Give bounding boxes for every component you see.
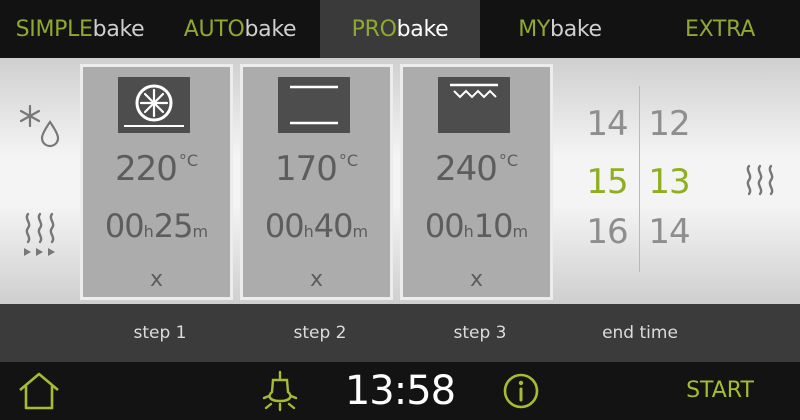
end-time-picker[interactable]: 14 15 16 12 13 14 (565, 58, 715, 304)
minutes-unit: m (192, 222, 209, 241)
step-label-bar: step 1 step 2 step 3 end time (0, 304, 800, 362)
hour-option-prev[interactable]: 14 (577, 104, 637, 144)
program-panel: 220 °C 00h25m x 170 °C 00h40m x 240 °C 0… (0, 58, 800, 304)
tab-prefix: AUTO (183, 16, 245, 42)
tab-prefix: EXTRA (685, 16, 755, 42)
current-time: 13:58 (344, 368, 456, 414)
left-function-column (0, 58, 80, 304)
hour-option-next[interactable]: 16 (577, 212, 637, 252)
step-1-label: step 1 (133, 323, 187, 343)
minutes-unit: m (512, 222, 529, 241)
minute-option-selected[interactable]: 13 (639, 162, 699, 202)
step-temperature[interactable]: 170 °C (243, 149, 390, 189)
fan-heating-icon (118, 77, 190, 133)
right-function-column (720, 58, 800, 304)
duration-hours: 00 (264, 207, 305, 245)
tab-mybake[interactable]: MY bake (480, 0, 640, 58)
tab-autobake[interactable]: AUTO bake (160, 0, 320, 58)
tab-suffix: bake (92, 16, 145, 42)
tab-probake[interactable]: PRO bake (320, 0, 480, 58)
step-temperature[interactable]: 240 °C (403, 149, 550, 189)
home-icon[interactable] (16, 370, 62, 412)
temperature-unit: °C (498, 151, 519, 170)
temperature-value: 170 (274, 149, 338, 189)
steam-icon[interactable] (736, 158, 784, 206)
hours-unit: h (463, 222, 474, 241)
tab-suffix: bake (244, 16, 297, 42)
steam-heat-icon[interactable] (14, 208, 66, 260)
step-duration[interactable]: 00h10m (403, 207, 550, 245)
tab-prefix: PRO (351, 16, 397, 42)
step-3-card[interactable]: 240 °C 00h10m x (400, 64, 553, 300)
step-1-card[interactable]: 220 °C 00h25m x (80, 64, 233, 300)
remove-step-button[interactable]: x (403, 267, 550, 292)
step-3-label: step 3 (453, 323, 507, 343)
temperature-unit: °C (178, 151, 199, 170)
step-duration[interactable]: 00h25m (83, 207, 230, 245)
duration-hours: 00 (424, 207, 465, 245)
step-temperature[interactable]: 220 °C (83, 149, 230, 189)
tab-extra[interactable]: EXTRA (640, 0, 800, 58)
step-2-card[interactable]: 170 °C 00h40m x (240, 64, 393, 300)
minute-option-next[interactable]: 14 (639, 212, 699, 252)
lamp-icon[interactable] (258, 368, 302, 414)
grill-icon (438, 77, 510, 133)
temperature-unit: °C (338, 151, 359, 170)
tab-suffix: bake (550, 16, 602, 42)
hours-unit: h (303, 222, 314, 241)
hour-option-selected[interactable]: 15 (577, 162, 637, 202)
bottom-bar: 13:58 START (0, 362, 800, 420)
step-2-label: step 2 (293, 323, 347, 343)
tab-simplebake[interactable]: SIMPLE bake (0, 0, 160, 58)
end-time-label: end time (602, 323, 678, 343)
tab-suffix: bake (396, 16, 449, 42)
duration-hours: 00 (104, 207, 145, 245)
info-icon[interactable] (500, 370, 542, 412)
mode-tab-bar: SIMPLE bake AUTO bake PRO bake MY bake EXTRA (0, 0, 800, 58)
minutes-unit: m (352, 222, 369, 241)
tab-prefix: SIMPLE (15, 16, 93, 42)
top-bottom-heating-icon (278, 77, 350, 133)
defrost-icon[interactable] (14, 100, 66, 152)
minute-option-prev[interactable]: 12 (639, 104, 699, 144)
tab-prefix: MY (518, 16, 551, 42)
remove-step-button[interactable]: x (243, 267, 390, 292)
temperature-value: 220 (114, 149, 178, 189)
duration-minutes: 40 (313, 207, 354, 245)
step-duration[interactable]: 00h40m (243, 207, 390, 245)
start-button[interactable]: START (670, 362, 770, 420)
temperature-value: 240 (434, 149, 498, 189)
hours-unit: h (143, 222, 154, 241)
remove-step-button[interactable]: x (83, 267, 230, 292)
duration-minutes: 10 (473, 207, 514, 245)
duration-minutes: 25 (153, 207, 194, 245)
